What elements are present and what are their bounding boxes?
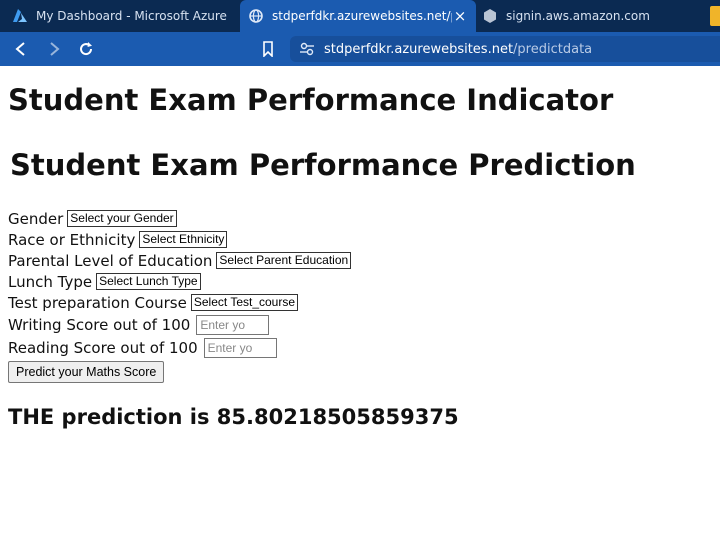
bookmark-icon[interactable]	[258, 39, 278, 59]
ethnicity-label: Race or Ethnicity	[8, 230, 136, 249]
reading-score-label: Reading Score out of 100	[8, 338, 198, 357]
parent-education-label: Parental Level of Education	[8, 251, 213, 270]
ethnicity-select[interactable]: Select Ethnicity	[139, 231, 228, 248]
tab-label: stdperfdkr.azurewebsites.net/predictdata	[272, 9, 452, 23]
reading-score-input[interactable]: Enter yo	[203, 337, 277, 358]
test-prep-label: Test preparation Course	[8, 293, 187, 312]
url-domain: stdperfdkr.azurewebsites.net	[324, 41, 514, 57]
close-tab-icon[interactable]: ×	[452, 8, 468, 24]
writing-score-input[interactable]: Enter yo	[196, 314, 270, 335]
globe-icon	[248, 8, 264, 24]
writing-score-label: Writing Score out of 100	[8, 315, 191, 334]
lunch-row: Lunch Type Select Lunch Type	[8, 271, 712, 292]
reading-score-row: Reading Score out of 100 Enter yo	[8, 336, 712, 359]
form-title: Student Exam Performance Prediction	[10, 148, 636, 182]
submit-row: Predict your Maths Score	[8, 359, 712, 383]
tab-edge-indicator	[710, 6, 720, 26]
parent-education-row: Parental Level of Education Select Paren…	[8, 250, 712, 271]
forward-icon[interactable]	[44, 39, 64, 59]
url-path: /predictdata	[513, 41, 593, 57]
tab-aws-signin[interactable]: signin.aws.amazon.com	[476, 0, 706, 32]
tab-predictdata[interactable]: stdperfdkr.azurewebsites.net/predictdata…	[240, 0, 476, 32]
prediction-result: THE prediction is 85.80218505859375	[8, 405, 459, 429]
parent-education-select[interactable]: Select Parent Education	[216, 252, 352, 269]
lunch-select[interactable]: Select Lunch Type	[96, 273, 201, 290]
writing-score-row: Writing Score out of 100 Enter yo	[8, 313, 712, 336]
ethnicity-row: Race or Ethnicity Select Ethnicity	[8, 229, 712, 250]
tab-label: My Dashboard - Microsoft Azure	[36, 9, 227, 23]
browser-toolbar: stdperfdkr.azurewebsites.net/predictdata	[0, 32, 720, 66]
azure-logo-icon	[12, 8, 28, 24]
url-text: stdperfdkr.azurewebsites.net/predictdata	[324, 42, 592, 57]
prediction-form: Gender Select your Gender Race or Ethnic…	[8, 208, 712, 383]
gender-label: Gender	[8, 209, 64, 228]
tab-azure-dashboard[interactable]: My Dashboard - Microsoft Azure	[0, 0, 238, 32]
back-icon[interactable]	[11, 39, 31, 59]
lunch-label: Lunch Type	[8, 272, 93, 291]
predict-button[interactable]: Predict your Maths Score	[8, 360, 165, 383]
address-bar[interactable]: stdperfdkr.azurewebsites.net/predictdata	[290, 36, 720, 62]
page-title: Student Exam Performance Indicator	[8, 83, 614, 117]
site-settings-icon[interactable]	[298, 40, 316, 58]
test-prep-row: Test preparation Course Select Test_cour…	[8, 292, 712, 313]
test-prep-select[interactable]: Select Test_course	[190, 294, 299, 311]
hexagon-icon	[482, 8, 498, 24]
reload-icon[interactable]	[76, 39, 96, 59]
browser-tab-bar: My Dashboard - Microsoft Azure stdperfdk…	[0, 0, 720, 32]
gender-select[interactable]: Select your Gender	[67, 210, 177, 227]
tab-label: signin.aws.amazon.com	[506, 9, 650, 23]
gender-row: Gender Select your Gender	[8, 208, 712, 229]
